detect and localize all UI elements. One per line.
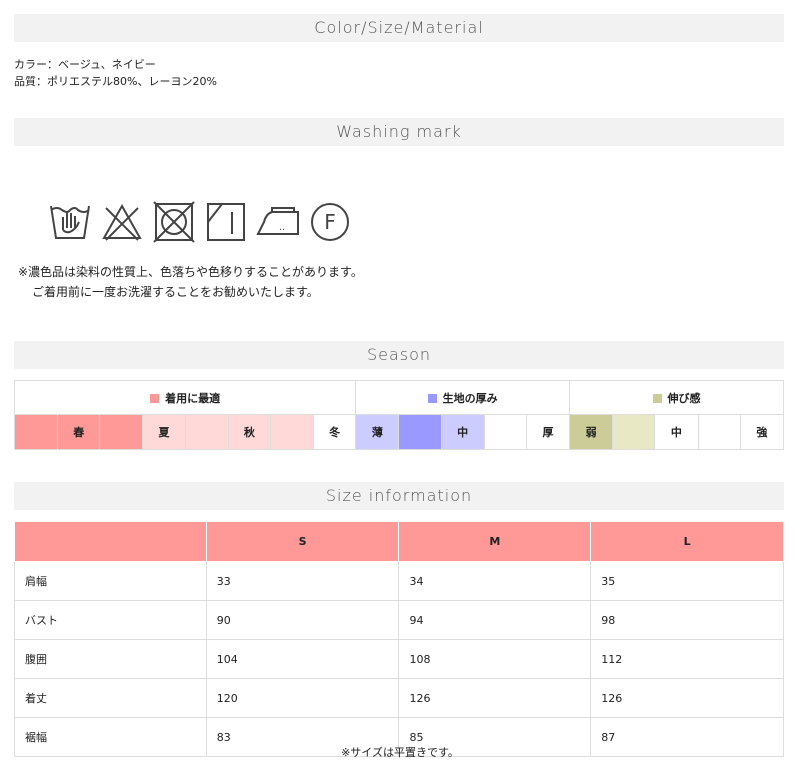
autumn-fill [269, 414, 315, 450]
spring-fill-2 [99, 414, 144, 450]
material-section-title: Color/Size/Material [14, 14, 784, 42]
color-line: カラー：ベージュ、ネイビー [14, 58, 156, 71]
wash-note-line1: ※濃色品は染料の性質上、色落ちや色移りすることがあります。 [18, 265, 363, 279]
hand-wash-icon [50, 205, 90, 239]
size-table: S M L 肩幅 33 34 35 バスト 90 94 98 腹囲 104 10… [14, 521, 784, 757]
stretch-fill [697, 414, 741, 450]
season-group-best: 着用に最適 [13, 380, 357, 415]
medium-fill [483, 414, 527, 450]
size-header-l: L [590, 521, 784, 562]
table-row: 肩幅 33 34 35 [14, 561, 784, 601]
thickness-thin: 薄 [355, 414, 400, 450]
table-row: 腹囲 104 108 112 [14, 639, 784, 679]
summer-fill [184, 414, 229, 450]
table-row: バスト 90 94 98 [14, 600, 784, 640]
stretch-strong: 強 [739, 414, 785, 450]
weak-fill [612, 414, 656, 450]
table-row: 着丈 120 126 126 [14, 678, 784, 718]
size-section-title: Size information [14, 482, 784, 510]
size-header-row: S M L [14, 521, 784, 562]
stretch-swatch [652, 393, 662, 403]
season-winter: 冬 [313, 414, 357, 450]
season-section-title: Season [14, 341, 784, 369]
size-footnote: ※サイズは平置きです。 [341, 746, 459, 759]
season-group-stretch: 伸び感 [569, 380, 784, 415]
best-swatch [150, 393, 160, 403]
dry-clean-letter: F [324, 210, 336, 234]
thickness-thick: 厚 [525, 414, 571, 450]
season-spring: 春 [57, 414, 101, 450]
stretch-weak: 弱 [569, 414, 614, 450]
season-summer: 夏 [142, 414, 186, 450]
thickness-medium: 中 [440, 414, 485, 450]
iron-low-icon: .. [256, 207, 299, 235]
dry-clean-f-icon: F [311, 203, 349, 241]
thin-fill [398, 414, 442, 450]
quality-line: 品質：ポリエステル80%、レーヨン20% [14, 75, 217, 88]
season-autumn: 秋 [227, 414, 271, 450]
season-group-thickness: 生地の厚み [355, 380, 571, 415]
stretch-medium: 中 [654, 414, 699, 450]
season-table: 着用に最適 生地の厚み 伸び感 春 夏 秋 冬 薄 中 厚 弱 中 強 [13, 380, 785, 450]
thickness-swatch [427, 393, 437, 403]
washing-section-title: Washing mark [14, 118, 784, 146]
size-header-label [14, 521, 207, 562]
washing-icons: .. F [48, 200, 352, 244]
iron-dots: .. [279, 222, 285, 233]
spring-fill [13, 414, 59, 450]
no-bleach-icon [102, 203, 142, 241]
no-tumble-dry-icon [153, 201, 195, 243]
size-header-m: M [398, 521, 592, 562]
line-dry-shade-icon [207, 203, 245, 241]
size-header-s: S [205, 521, 400, 562]
wash-note-line2: ご着用前に一度お洗濯することをお勧めいたします。 [32, 285, 319, 299]
